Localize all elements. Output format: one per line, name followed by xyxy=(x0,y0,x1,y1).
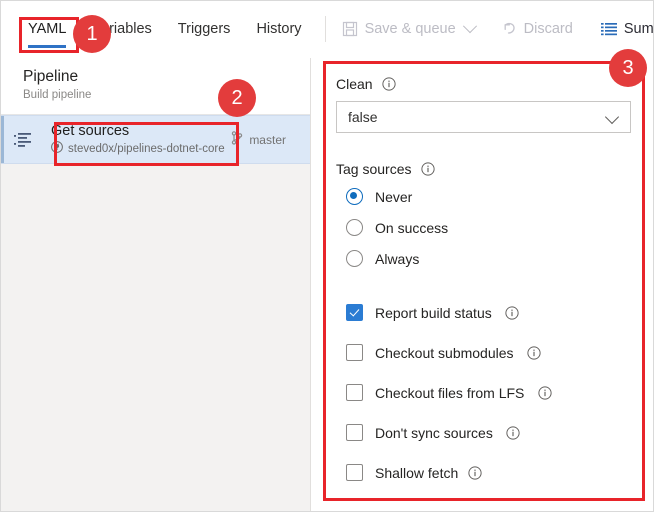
pipeline-tasks-panel: Pipeline Build pipeline Get s xyxy=(1,58,311,511)
checkbox-dont-sync-sources[interactable]: Don't sync sources xyxy=(336,417,633,448)
checkbox-checkout-files-from-lfs-control[interactable] xyxy=(346,384,363,401)
info-icon-checkout-submodules[interactable] xyxy=(527,345,542,360)
checkbox-report-build-status[interactable]: Report build status xyxy=(336,297,633,328)
radio-on-success-control[interactable] xyxy=(346,219,363,236)
task-repo-label: steved0x/pipelines-dotnet-core xyxy=(68,142,225,157)
chevron-down-icon[interactable] xyxy=(463,19,477,33)
info-icon-clean[interactable] xyxy=(382,77,397,92)
clean-select-value: false xyxy=(348,109,378,125)
checkbox-shallow-fetch-label: Shallow fetch xyxy=(375,465,458,481)
clean-select[interactable]: false xyxy=(336,101,631,133)
radio-never[interactable]: Never xyxy=(336,181,633,212)
toolbar-divider xyxy=(325,16,326,42)
info-icon-report-build-status[interactable] xyxy=(505,305,520,320)
tab-yaml[interactable]: YAML xyxy=(15,1,79,57)
radio-never-label: Never xyxy=(375,189,412,205)
tag-sources-radio-group: Never On success Always xyxy=(336,181,633,274)
pipeline-subtitle: Build pipeline xyxy=(23,87,310,103)
task-settings-panel: Clean false Tag sources xyxy=(312,58,653,511)
checkbox-checkout-submodules-control[interactable] xyxy=(346,344,363,361)
undo-icon xyxy=(501,21,517,37)
tab-variables[interactable]: Variables xyxy=(79,1,164,57)
radio-always[interactable]: Always xyxy=(336,243,633,274)
chevron-down-icon xyxy=(605,110,619,124)
checkbox-shallow-fetch-control[interactable] xyxy=(346,464,363,481)
info-icon-checkout-files-from-lfs[interactable] xyxy=(537,385,552,400)
clean-label-text: Clean xyxy=(336,76,373,92)
save-icon xyxy=(342,21,358,37)
checkbox-dont-sync-sources-label: Don't sync sources xyxy=(375,425,493,441)
clean-field-label: Clean xyxy=(336,76,633,92)
task-branch-label: master xyxy=(249,133,286,147)
github-icon xyxy=(51,141,63,158)
tab-history[interactable]: History xyxy=(243,1,314,57)
checkbox-shallow-fetch[interactable]: Shallow fetch xyxy=(336,457,633,488)
tab-triggers-label: Triggers xyxy=(178,21,231,37)
discard-button[interactable]: Discard xyxy=(493,13,581,45)
task-repo: steved0x/pipelines-dotnet-core xyxy=(51,141,231,158)
task-details: Get sources steved0x/pipelines-dotnet-co… xyxy=(47,122,231,158)
checkbox-checkout-files-from-lfs[interactable]: Checkout files from LFS xyxy=(336,377,633,408)
info-icon-dont-sync-sources[interactable] xyxy=(506,425,521,440)
pipeline-title: Pipeline xyxy=(23,67,310,86)
get-sources-icon xyxy=(1,132,47,148)
task-selection-accent xyxy=(1,116,4,163)
checkbox-report-build-status-control[interactable] xyxy=(346,304,363,321)
radio-on-success[interactable]: On success xyxy=(336,212,633,243)
summary-label: Summary xyxy=(624,21,654,37)
tab-bar: YAML Variables Triggers History xyxy=(1,1,315,57)
tab-history-label: History xyxy=(256,21,301,37)
summary-button[interactable]: Summary xyxy=(593,13,654,45)
task-row-get-sources[interactable]: Get sources steved0x/pipelines-dotnet-co… xyxy=(1,115,310,164)
info-icon-shallow-fetch[interactable] xyxy=(467,465,482,480)
tag-sources-label-text: Tag sources xyxy=(336,161,411,177)
checkbox-checkout-submodules[interactable]: Checkout submodules xyxy=(336,337,633,368)
checkbox-report-build-status-label: Report build status xyxy=(375,305,492,321)
radio-always-control[interactable] xyxy=(346,250,363,267)
tab-variables-label: Variables xyxy=(92,21,151,37)
checkbox-checkout-files-from-lfs-label: Checkout files from LFS xyxy=(375,385,524,401)
top-toolbar: YAML Variables Triggers History Save & xyxy=(1,1,653,57)
save-and-queue-button[interactable]: Save & queue xyxy=(334,13,483,45)
tag-sources-field-label: Tag sources xyxy=(336,161,633,177)
save-and-queue-label: Save & queue xyxy=(365,21,456,37)
checkbox-dont-sync-sources-control[interactable] xyxy=(346,424,363,441)
task-name: Get sources xyxy=(51,122,231,140)
task-branch[interactable]: master xyxy=(231,131,310,148)
tab-triggers[interactable]: Triggers xyxy=(165,1,244,57)
branch-icon xyxy=(231,131,243,148)
pipeline-header[interactable]: Pipeline Build pipeline xyxy=(1,58,310,115)
checkbox-checkout-submodules-label: Checkout submodules xyxy=(375,345,514,361)
summary-list-icon xyxy=(601,22,617,36)
azure-pipelines-editor: YAML Variables Triggers History Save & xyxy=(0,0,654,512)
radio-on-success-label: On success xyxy=(375,220,448,236)
info-icon-tag-sources[interactable] xyxy=(420,162,435,177)
radio-always-label: Always xyxy=(375,251,419,267)
tab-yaml-label: YAML xyxy=(28,21,66,37)
radio-never-control[interactable] xyxy=(346,188,363,205)
discard-label: Discard xyxy=(524,21,573,37)
spacer xyxy=(336,274,633,283)
